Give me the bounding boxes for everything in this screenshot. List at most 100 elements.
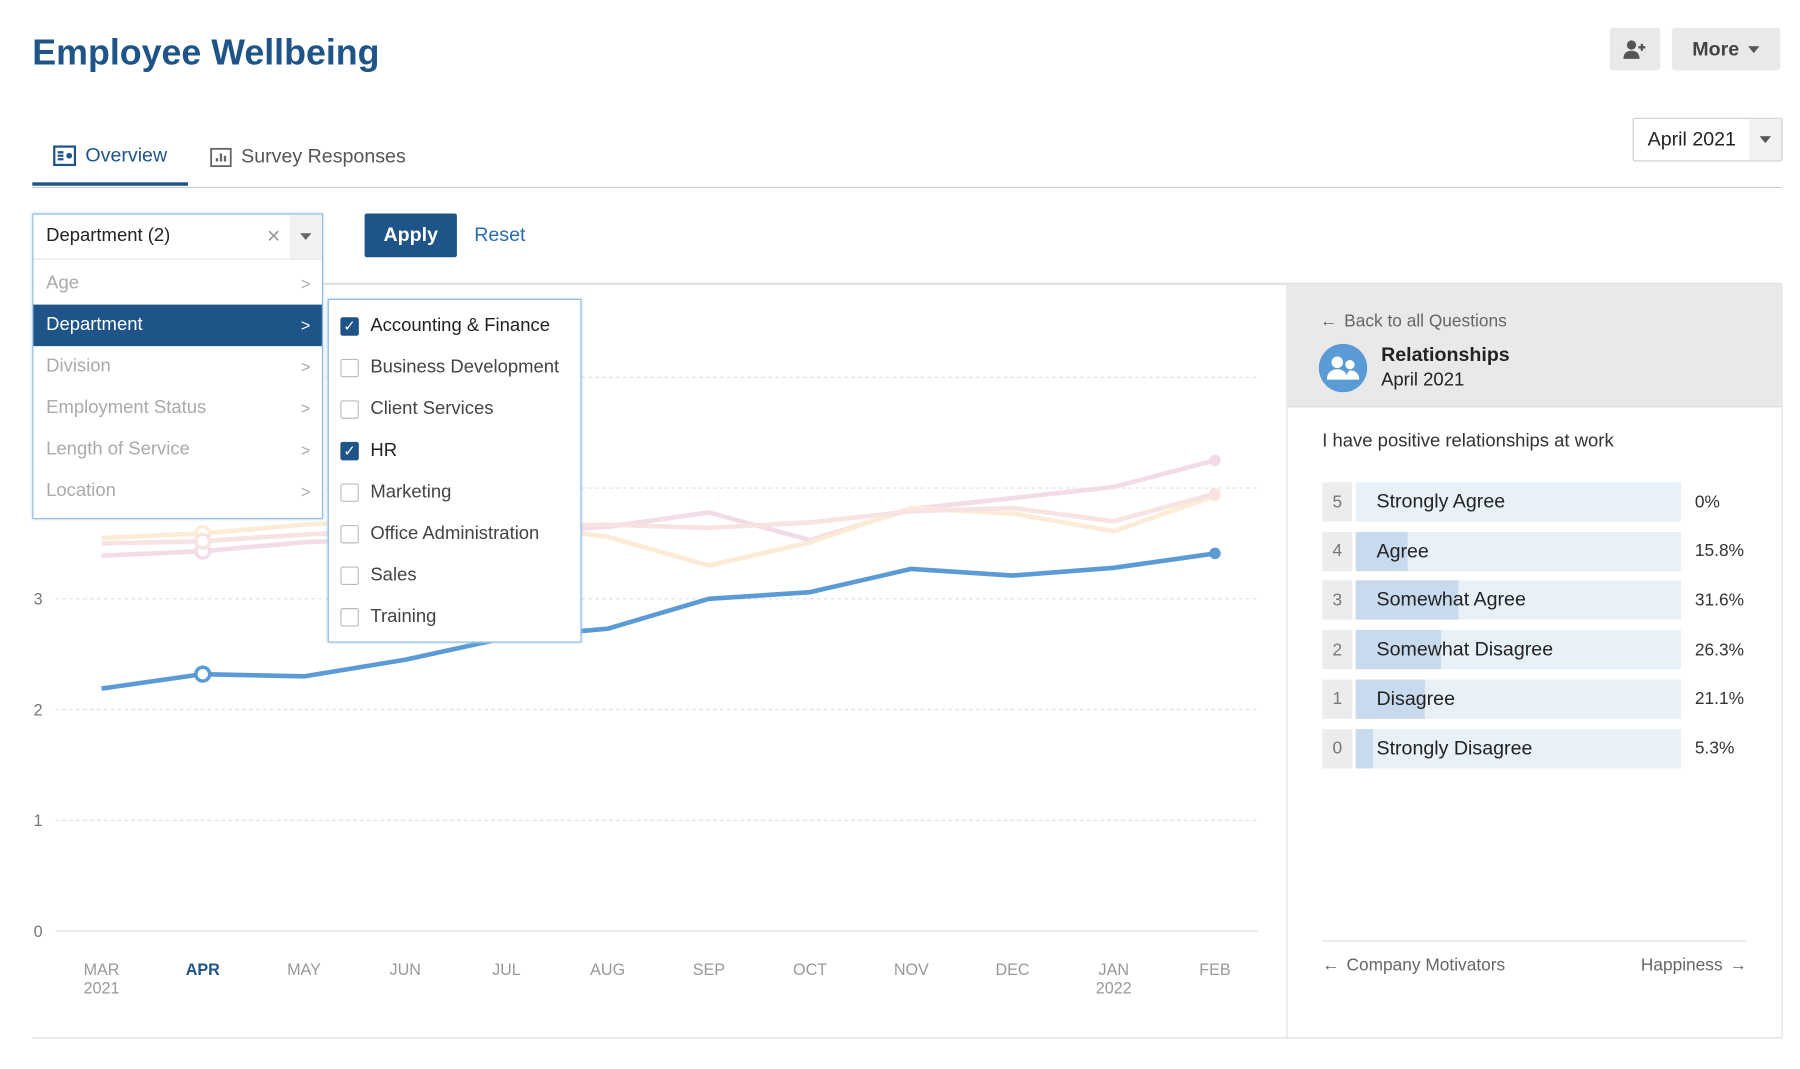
- category-label: Length of Service: [46, 439, 190, 460]
- answer-score: 4: [1322, 531, 1353, 571]
- caret-down-icon[interactable]: [289, 214, 322, 259]
- back-to-questions-link[interactable]: ← Back to all Questions: [1320, 312, 1507, 332]
- answer-label: Somewhat Agree: [1376, 588, 1526, 611]
- option-label: Office Administration: [370, 523, 540, 544]
- x-tick-label[interactable]: JUN: [390, 961, 421, 979]
- more-button[interactable]: More: [1671, 27, 1781, 71]
- answer-label: Agree: [1376, 539, 1429, 562]
- option-office-administration[interactable]: Office Administration: [340, 513, 539, 555]
- filter-select-value: Department (2): [46, 226, 171, 246]
- x-tick-label[interactable]: JAN: [1099, 961, 1130, 979]
- answer-bar: Strongly Disagree: [1355, 728, 1682, 768]
- x-tick-year: 2021: [84, 979, 120, 997]
- x-tick-label[interactable]: DEC: [995, 961, 1029, 979]
- checkbox[interactable]: ✓: [340, 441, 359, 461]
- option-business-development[interactable]: Business Development: [340, 347, 559, 389]
- x-tick-label[interactable]: NOV: [894, 961, 929, 979]
- answer-bar-fill: [1355, 728, 1373, 768]
- divider: [1322, 940, 1747, 942]
- chevron-right-icon: >: [300, 357, 311, 377]
- divider: [32, 1037, 1782, 1039]
- answer-score: 0: [1322, 728, 1353, 768]
- series-point-last[interactable]: [1209, 547, 1221, 560]
- next-question-link[interactable]: Happiness →: [1641, 955, 1747, 975]
- checkbox[interactable]: [340, 358, 359, 378]
- prev-label: Company Motivators: [1346, 955, 1506, 975]
- y-tick-label: 3: [34, 591, 43, 609]
- answer-bar: Disagree: [1355, 679, 1682, 719]
- checkbox[interactable]: ✓: [340, 317, 359, 336]
- x-tick-label[interactable]: JUL: [492, 961, 521, 979]
- category-label: Department: [46, 314, 143, 335]
- chevron-right-icon: >: [300, 482, 311, 501]
- series-line[interactable]: [101, 551, 1216, 691]
- clear-icon[interactable]: ×: [267, 223, 280, 250]
- filter-category-department[interactable]: Department >: [33, 304, 322, 347]
- filter-category-length-of-service[interactable]: Length of Service >: [33, 429, 321, 471]
- option-accounting-finance[interactable]: ✓ Accounting & Finance: [340, 306, 550, 348]
- y-tick-label: 0: [34, 923, 43, 941]
- x-tick-label[interactable]: OCT: [793, 961, 827, 979]
- filter-category-location[interactable]: Location >: [33, 471, 321, 513]
- answer-percent: 21.1%: [1694, 689, 1745, 709]
- x-tick-year: 2022: [1096, 979, 1132, 997]
- date-select[interactable]: April 2021: [1632, 117, 1783, 162]
- arrow-right-icon: →: [1729, 955, 1747, 975]
- checkbox[interactable]: [340, 566, 359, 585]
- checkbox[interactable]: [340, 483, 359, 502]
- chevron-right-icon: >: [300, 316, 311, 335]
- filter-category-division[interactable]: Division >: [33, 346, 321, 388]
- answer-row: 5 Strongly Agree 0%: [1322, 482, 1760, 522]
- x-tick-label[interactable]: APR: [186, 961, 220, 979]
- x-tick-label[interactable]: FEB: [1199, 961, 1230, 979]
- answer-label: Somewhat Disagree: [1376, 638, 1554, 661]
- answer-row: 3 Somewhat Agree 31.6%: [1322, 580, 1760, 621]
- add-user-button[interactable]: [1609, 27, 1661, 71]
- x-tick-label[interactable]: AUG: [590, 961, 625, 979]
- option-label: Business Development: [370, 357, 560, 378]
- chevron-right-icon: >: [300, 274, 311, 294]
- answer-bar: Agree: [1355, 531, 1682, 571]
- checkbox[interactable]: [340, 524, 359, 544]
- answer-bar: Somewhat Agree: [1355, 580, 1682, 621]
- option-label: Client Services: [370, 399, 494, 419]
- answer-row: 0 Strongly Disagree 5.3%: [1322, 728, 1760, 768]
- option-hr[interactable]: ✓ HR: [340, 430, 397, 472]
- series-point-selected[interactable]: [194, 665, 212, 683]
- x-tick-label[interactable]: SEP: [693, 961, 725, 979]
- option-label: HR: [370, 440, 398, 461]
- x-tick-label[interactable]: MAR: [84, 961, 120, 979]
- question-header: ← Back to all Questions Relationships Ap…: [1287, 283, 1782, 408]
- y-tick-label: 1: [34, 812, 43, 830]
- question-text: I have positive relationships at work: [1322, 431, 1614, 452]
- option-sales[interactable]: Sales: [340, 555, 417, 597]
- user-plus-icon: [1623, 39, 1646, 59]
- answer-bar: Strongly Agree: [1355, 482, 1682, 522]
- checkbox[interactable]: [340, 400, 359, 419]
- arrow-left-icon: ←: [1322, 955, 1340, 975]
- series-point-selected[interactable]: [194, 532, 212, 550]
- answer-bar: Somewhat Disagree: [1355, 630, 1682, 670]
- option-training[interactable]: Training: [340, 597, 436, 639]
- question-period: April 2021: [1381, 370, 1465, 390]
- series-point-last[interactable]: [1209, 454, 1221, 467]
- prev-question-link[interactable]: ← Company Motivators: [1322, 955, 1505, 975]
- answer-label: Strongly Agree: [1376, 490, 1506, 513]
- answer-score: 2: [1322, 630, 1353, 670]
- checkbox[interactable]: [340, 608, 359, 627]
- answer-row: 4 Agree 15.8%: [1322, 531, 1760, 571]
- filter-category-age[interactable]: Age >: [33, 263, 321, 305]
- option-marketing[interactable]: Marketing: [340, 472, 451, 514]
- answer-row: 2 Somewhat Disagree 26.3%: [1322, 630, 1760, 670]
- option-client-services[interactable]: Client Services: [340, 389, 493, 431]
- answer-score: 5: [1322, 482, 1353, 522]
- more-label: More: [1692, 37, 1740, 60]
- date-select-value: April 2021: [1647, 128, 1736, 150]
- filter-category-employment-status[interactable]: Employment Status >: [33, 388, 321, 430]
- series-point-last[interactable]: [1209, 487, 1221, 500]
- filter-select[interactable]: Department (2) ×: [33, 214, 322, 260]
- x-tick-label[interactable]: MAY: [287, 961, 321, 979]
- answer-label: Strongly Disagree: [1376, 736, 1533, 759]
- back-label: Back to all Questions: [1344, 311, 1507, 332]
- option-label: Training: [370, 606, 437, 627]
